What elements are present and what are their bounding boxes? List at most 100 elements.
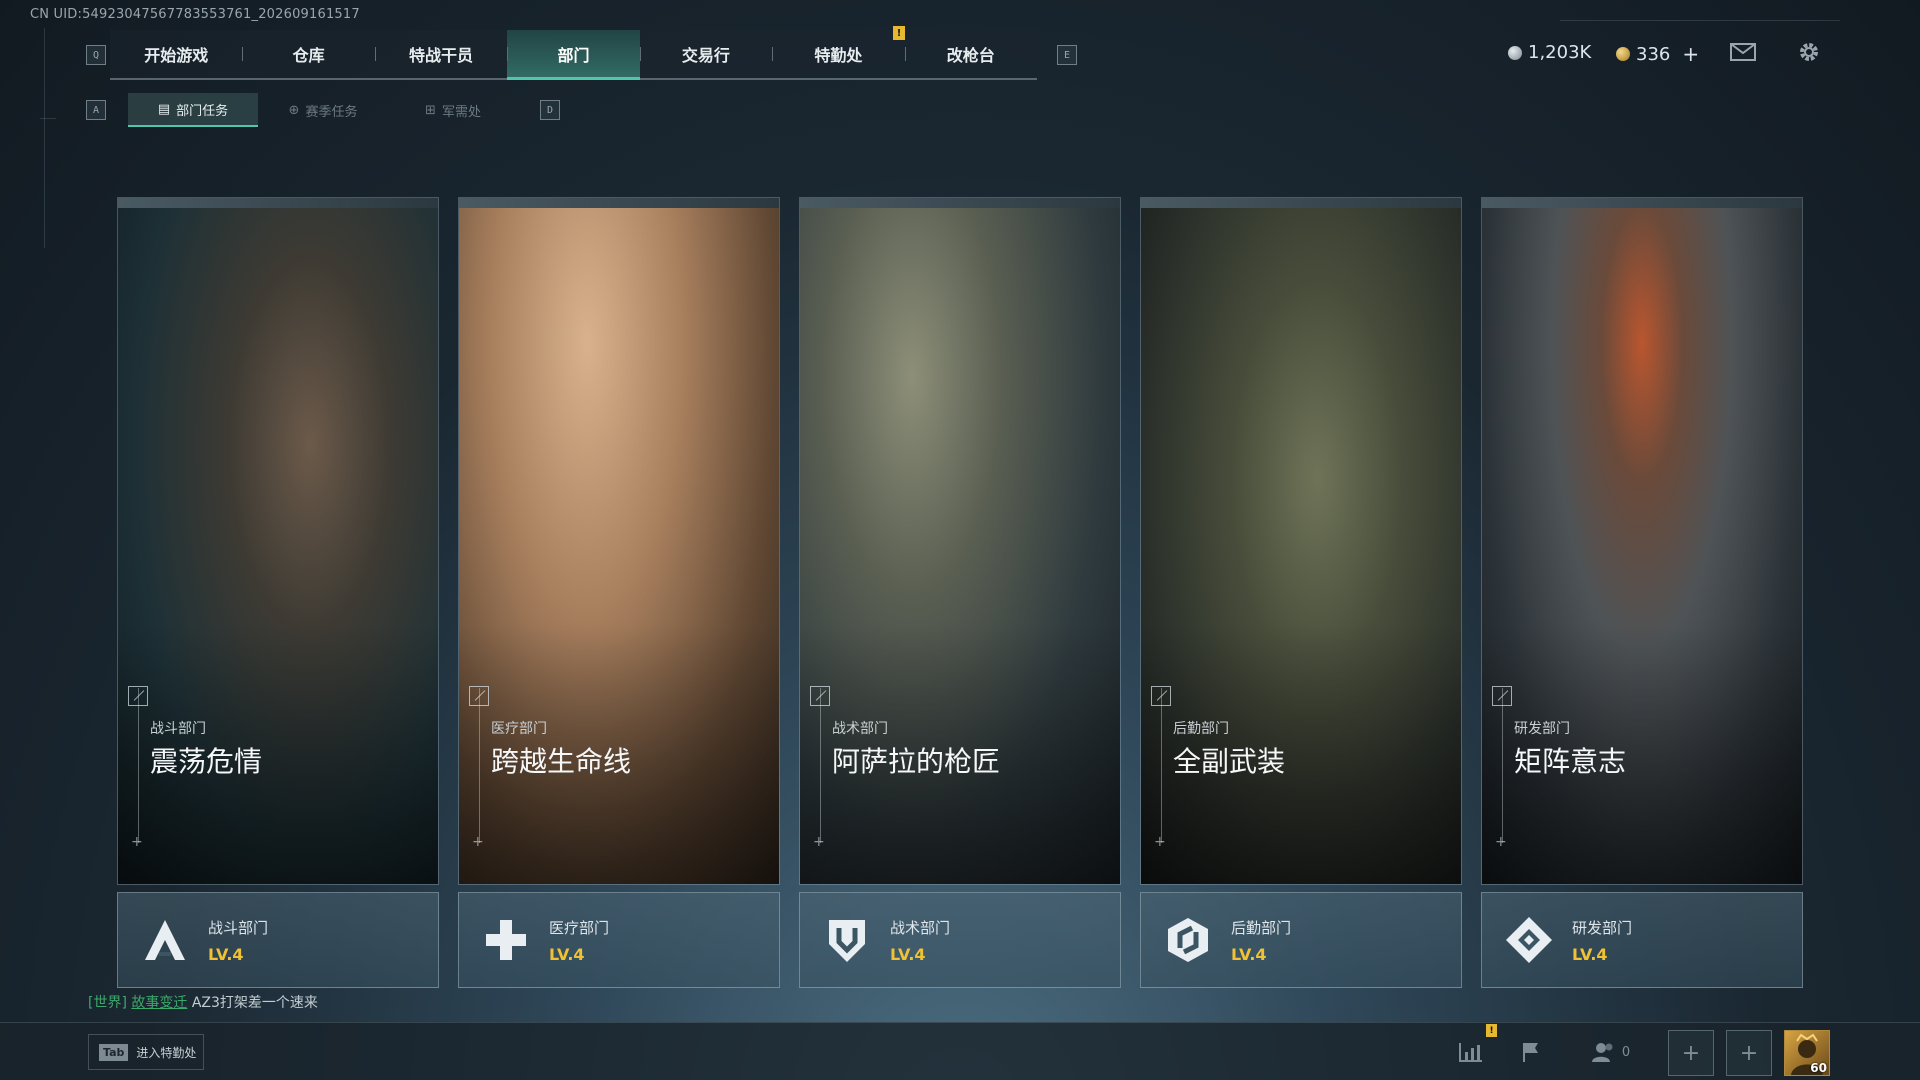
dept-card-research[interactable]: + 研发部门 矩阵意志 — [1481, 197, 1803, 885]
supply-icon: ⊞ — [425, 102, 436, 118]
chat-channel: [世界] — [88, 995, 127, 1011]
avatar-level: 60 — [1810, 1061, 1827, 1075]
frame-line — [44, 28, 45, 248]
level-dept-name: 医疗部门 — [549, 919, 610, 937]
card-dept-label: 战斗部门 — [150, 721, 206, 737]
currency-silver[interactable]: 1,203K — [1508, 42, 1591, 63]
subtab-label: 部门任务 — [176, 103, 229, 119]
card-mission-title: 全副武装 — [1173, 745, 1286, 778]
subnav-next-key[interactable]: D — [540, 100, 560, 120]
dept-level-tactical[interactable]: 战术部门 LV.4 — [799, 892, 1121, 988]
level-dept-name: 后勤部门 — [1231, 919, 1292, 937]
subtab-dept-missions[interactable]: ▤ 部门任务 — [128, 93, 258, 127]
dept-card-combat[interactable]: + 战斗部门 震荡危情 — [117, 197, 439, 885]
alert-badge: ! — [893, 26, 905, 40]
tab-keycap: Tab — [99, 1043, 129, 1061]
gold-amount: 336 — [1636, 43, 1671, 65]
silver-amount: 1,203K — [1528, 42, 1592, 63]
chat-text: AZ3打架差一个速来 — [191, 995, 318, 1011]
level-value: LV.4 — [208, 945, 244, 964]
card-topbar — [459, 198, 779, 208]
card-mission-title: 震荡危情 — [150, 745, 263, 778]
gold-coin-icon — [1616, 47, 1630, 61]
tab-departments[interactable]: 部门 — [507, 30, 641, 80]
flag-icon[interactable] — [1516, 1036, 1546, 1068]
card-line — [138, 688, 139, 843]
dept-level-logistics[interactable]: 后勤部门 LV.4 — [1140, 892, 1462, 988]
level-value: LV.4 — [1231, 945, 1267, 964]
world-chat-message[interactable]: [世界] 故事变迁 AZ3打架差一个速来 — [88, 992, 318, 1012]
tab-hint-label: 进入特勤处 — [136, 1045, 197, 1060]
dept-level-research[interactable]: 研发部门 LV.4 — [1481, 892, 1803, 988]
tab-trade[interactable]: 交易行 — [639, 30, 772, 78]
plus-mark: + — [472, 834, 484, 850]
card-line — [479, 688, 480, 843]
level-dept-name: 战斗部门 — [208, 919, 269, 937]
friends-icon — [1591, 1043, 1613, 1062]
tab-warehouse[interactable]: 仓库 — [242, 30, 374, 78]
subnav-prev-key[interactable]: A — [86, 100, 106, 120]
card-mission-title: 阿萨拉的枪匠 — [832, 745, 1001, 778]
tactical-shield-icon — [816, 909, 878, 971]
card-topbar — [1141, 198, 1461, 208]
plus-mark: + — [1154, 834, 1166, 850]
stats-icon[interactable] — [1456, 1036, 1486, 1068]
card-topbar — [800, 198, 1120, 208]
card-mission-title: 跨越生命线 — [491, 745, 632, 778]
tab-operators[interactable]: 特战干员 — [374, 30, 507, 78]
frame-line — [40, 118, 56, 119]
tab-start-game[interactable]: 开始游戏 — [110, 30, 242, 78]
plus-mark: + — [1495, 834, 1507, 850]
uid-text: CN UID:5492304756778355376​1_20260916151… — [30, 7, 360, 22]
dept-card-logistics[interactable]: + 后勤部门 全副武装 — [1140, 197, 1462, 885]
card-line — [820, 688, 821, 843]
plus-mark: + — [131, 834, 143, 850]
dept-level-medical[interactable]: 医疗部门 LV.4 — [458, 892, 780, 988]
research-diamond-icon — [1498, 909, 1560, 971]
level-value: LV.4 — [890, 945, 926, 964]
season-icon: ⊕ — [288, 102, 300, 118]
logistics-hex-icon — [1157, 909, 1219, 971]
level-dept-name: 战术部门 — [890, 919, 951, 937]
nav-prev-key[interactable]: Q — [86, 45, 106, 65]
enter-special-ops-button[interactable]: Tab 进入特勤处 — [88, 1034, 204, 1070]
friends-count: 0 — [1621, 1044, 1631, 1060]
dept-card-tactical[interactable]: + 战术部门 阿萨拉的枪匠 — [799, 197, 1121, 885]
plus-mark: + — [813, 834, 825, 850]
empty-slot-button[interactable]: + — [1726, 1030, 1772, 1076]
card-topbar — [118, 198, 438, 208]
card-dept-label: 研发部门 — [1514, 721, 1570, 737]
alert-badge: ! — [1486, 1024, 1497, 1037]
frame-line — [1560, 20, 1840, 21]
card-dept-label: 医疗部门 — [491, 721, 547, 737]
avatar[interactable]: 60 — [1784, 1030, 1830, 1076]
chat-sender[interactable]: 故事变迁 — [131, 995, 187, 1011]
card-line — [1161, 688, 1162, 843]
card-mission-title: 矩阵意志 — [1514, 745, 1627, 778]
mail-icon[interactable] — [1728, 40, 1758, 64]
tab-gunsmith[interactable]: 改枪台 — [904, 30, 1037, 78]
currency-gold[interactable]: 336 + — [1616, 42, 1699, 66]
medical-cross-icon — [475, 909, 537, 971]
nav-next-key[interactable]: E — [1057, 45, 1077, 65]
subtab-quartermaster[interactable]: ⊞ 军需处 — [388, 93, 518, 127]
card-dept-label: 战术部门 — [832, 721, 888, 737]
card-topbar — [1482, 198, 1802, 208]
sub-nav: ▤ 部门任务 ⊕ 赛季任务 ⊞ 军需处 — [128, 93, 518, 127]
gear-icon[interactable] — [1794, 40, 1824, 64]
dept-card-medical[interactable]: + 医疗部门 跨越生命线 — [458, 197, 780, 885]
silver-coin-icon — [1508, 45, 1522, 60]
level-value: LV.4 — [549, 945, 585, 964]
empty-slot-button[interactable]: + — [1668, 1030, 1714, 1076]
level-value: LV.4 — [1572, 945, 1608, 964]
add-currency-button[interactable]: + — [1682, 42, 1699, 66]
friends-button[interactable]: 0 — [1588, 1036, 1634, 1068]
subtab-season-missions[interactable]: ⊕ 赛季任务 — [258, 93, 388, 127]
card-line — [1502, 688, 1503, 843]
dept-level-combat[interactable]: 战斗部门 LV.4 — [117, 892, 439, 988]
subtab-label: 赛季任务 — [305, 104, 358, 120]
tab-special-ops[interactable]: 特勤处 — [772, 30, 904, 78]
mission-icon: ▤ — [157, 101, 171, 117]
subtab-label: 军需处 — [441, 104, 481, 120]
combat-a-icon — [134, 909, 196, 971]
